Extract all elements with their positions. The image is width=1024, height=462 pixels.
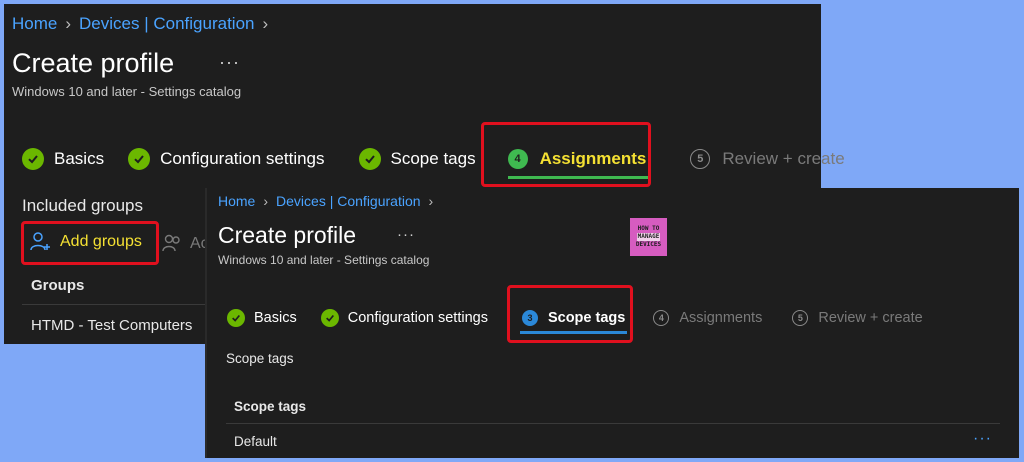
table-row[interactable]: Default [234, 434, 277, 449]
table-row[interactable]: HTMD - Test Computers [31, 317, 192, 334]
step-scope-tags[interactable]: Scope tags [358, 148, 476, 170]
highlight-box [21, 221, 159, 265]
step-label: Configuration settings [160, 149, 325, 168]
breadcrumb-home[interactable]: Home [12, 14, 57, 34]
highlight-box [507, 285, 633, 343]
chevron-right-icon: › [263, 193, 269, 209]
logo-line: MANAGE [636, 233, 661, 241]
scope-tags-screen: Home › Devices | Configuration › Create … [207, 188, 1019, 458]
step-label: Basics [54, 149, 105, 168]
section-label: Scope tags [226, 351, 294, 366]
highlight-box [481, 122, 651, 187]
step-number-icon: 5 [792, 310, 809, 326]
chevron-right-icon: › [65, 14, 72, 33]
check-circle-icon [227, 309, 245, 327]
check-circle-icon [358, 148, 381, 170]
scope-tags-column-header: Scope tags [234, 399, 307, 414]
breadcrumb: Home › Devices | Configuration › [12, 14, 276, 34]
step-configuration-settings[interactable]: Configuration settings [128, 148, 325, 170]
divider [22, 304, 207, 305]
step-basics[interactable]: Basics [22, 148, 104, 170]
check-circle-icon [22, 148, 44, 170]
step-label: Scope tags [390, 149, 476, 168]
step-label: Review + create [722, 149, 845, 168]
page-title: Create profile [12, 48, 175, 78]
step-label: Basics [254, 310, 297, 326]
add-all-button[interactable]: Ac [162, 234, 209, 254]
step-label: Assignments [679, 310, 763, 326]
breadcrumb-devices-configuration[interactable]: Devices | Configuration [276, 193, 420, 209]
more-options-button[interactable]: ··· [219, 52, 240, 73]
step-basics[interactable]: Basics [227, 309, 297, 327]
check-circle-icon [128, 148, 151, 170]
add-all-label: Ac [190, 235, 209, 252]
step-assignments[interactable]: 4 Assignments [653, 310, 762, 326]
row-more-actions-button[interactable]: ··· [973, 430, 992, 448]
page-subtitle: Windows 10 and later - Settings catalog [218, 253, 430, 267]
step-review-create[interactable]: 5 Review + create [690, 149, 845, 169]
people-icon [162, 234, 180, 252]
wizard-steps: Basics Configuration settings Scope tags… [22, 147, 845, 179]
how-to-manage-devices-logo: HOW TO MANAGE DEVICES [630, 218, 667, 256]
chevron-right-icon: › [262, 14, 269, 33]
step-configuration-settings[interactable]: Configuration settings [320, 309, 488, 327]
breadcrumb-devices-configuration[interactable]: Devices | Configuration [79, 14, 254, 34]
section-heading: Included groups [22, 196, 143, 215]
step-label: Configuration settings [347, 310, 488, 326]
chevron-right-icon: › [428, 193, 434, 209]
step-review-create[interactable]: 5 Review + create [792, 310, 923, 326]
check-circle-icon [320, 309, 339, 327]
breadcrumb-home[interactable]: Home [218, 193, 255, 209]
step-number-icon: 5 [690, 149, 711, 169]
page-title: Create profile [218, 222, 357, 248]
breadcrumb: Home › Devices | Configuration › [218, 193, 441, 209]
more-options-button[interactable]: ··· [397, 226, 415, 243]
step-label: Review + create [818, 310, 923, 326]
page-subtitle: Windows 10 and later - Settings catalog [12, 84, 242, 99]
logo-line: HOW TO [637, 225, 660, 232]
divider [226, 423, 1000, 424]
logo-line: DEVICES [635, 241, 662, 248]
step-number-icon: 4 [653, 310, 670, 326]
groups-column-header: Groups [31, 277, 85, 294]
